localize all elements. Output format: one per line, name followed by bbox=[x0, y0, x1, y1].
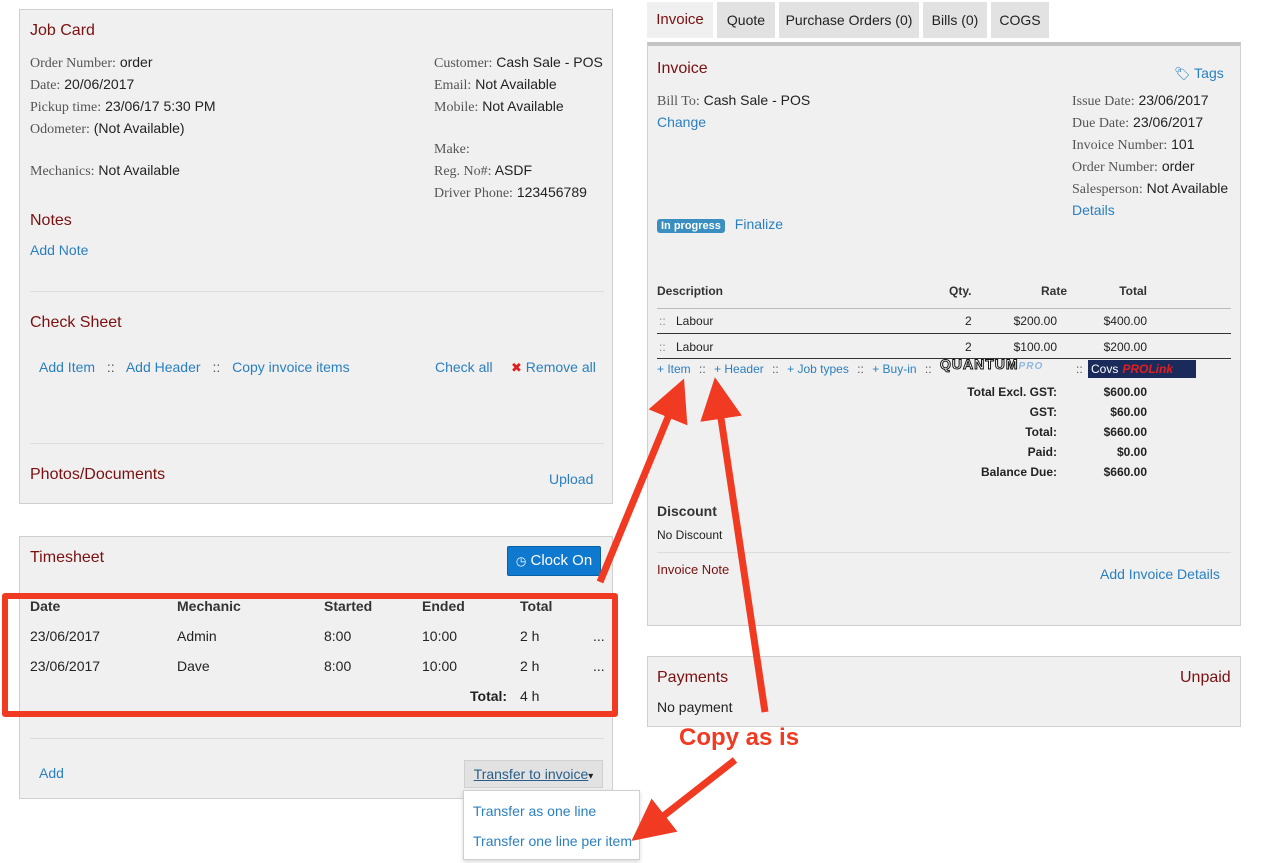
annotation-label: Copy as is bbox=[679, 724, 800, 751]
annotation-arrows bbox=[596, 377, 769, 841]
arrow-to-transfer-per-item bbox=[631, 757, 738, 841]
arrow-to-item bbox=[596, 378, 688, 584]
arrow-to-header bbox=[700, 377, 769, 713]
